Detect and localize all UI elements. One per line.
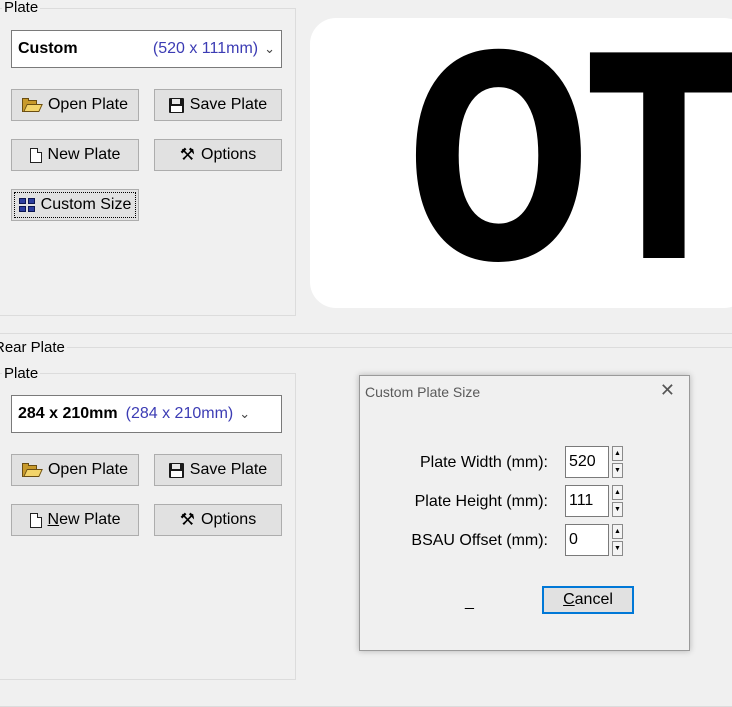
spin-up-icon[interactable]: ▲	[612, 524, 623, 539]
rear-save-plate-button[interactable]: Save Plate	[154, 454, 282, 486]
plate-preview-text: OT	[405, 0, 732, 325]
chevron-down-icon: ⌄	[239, 406, 251, 421]
chevron-down-icon: ⌄	[264, 41, 275, 56]
cancel-button[interactable]: Cancel	[542, 586, 634, 614]
section-divider	[0, 333, 732, 334]
rear-plate-size-name: 284 x 210mm	[18, 405, 118, 422]
front-plate-size-dims: (520 x 111mm)	[152, 40, 259, 57]
front-save-plate-button[interactable]: Save Plate	[154, 89, 282, 121]
plate-height-spinner[interactable]: ▲ ▼	[565, 485, 623, 517]
spin-up-icon[interactable]: ▲	[612, 446, 623, 461]
spin-down-icon[interactable]: ▼	[612, 463, 623, 478]
front-plate-size-select[interactable]: Custom (520 x 111mm) ⌄	[11, 30, 282, 68]
rear-new-plate-button[interactable]: New Plate	[11, 504, 139, 536]
plate-preview: OT	[310, 18, 732, 308]
front-plate-group-label: Plate	[2, 0, 41, 17]
plate-height-label: Plate Height (mm):	[414, 493, 548, 510]
grid-icon	[18, 198, 35, 212]
close-icon[interactable]: ✕	[660, 380, 675, 401]
front-save-plate-label: Save Plate	[189, 96, 268, 113]
front-open-plate-button[interactable]: Open Plate	[11, 89, 139, 121]
rear-save-plate-label: Save Plate	[189, 461, 268, 478]
folder-icon	[21, 98, 43, 112]
custom-size-button[interactable]: Custom Size	[11, 189, 139, 221]
rear-options-label: Options	[201, 511, 257, 528]
bsau-offset-input[interactable]	[565, 524, 609, 556]
bsau-offset-spinner[interactable]: ▲ ▼	[565, 524, 623, 556]
front-new-plate-label: New Plate	[47, 146, 121, 163]
custom-plate-size-dialog: Custom Plate Size ✕ Plate Width (mm): ▲ …	[359, 375, 690, 651]
front-plate-size-name: Custom	[18, 40, 78, 57]
tools-icon: ⚒	[179, 145, 196, 164]
floppy-icon	[168, 462, 184, 478]
bsau-offset-label: BSAU Offset (mm):	[411, 532, 548, 549]
rear-plate-group-label: Rear Plate	[0, 339, 67, 357]
front-options-button[interactable]: ⚒ Options	[154, 139, 282, 171]
document-icon	[29, 512, 42, 528]
rear-new-plate-label: New Plate	[47, 511, 121, 528]
cancel-label: Cancel	[563, 591, 613, 608]
folder-icon	[21, 463, 43, 477]
plate-width-label: Plate Width (mm):	[419, 454, 548, 471]
rear-open-plate-label: Open Plate	[47, 461, 129, 478]
front-open-plate-label: Open Plate	[47, 96, 129, 113]
document-icon	[29, 147, 42, 163]
plate-width-spinner[interactable]: ▲ ▼	[565, 446, 623, 478]
rear-plate-inner-group-label: Plate	[2, 365, 41, 383]
plate-height-input[interactable]	[565, 485, 609, 517]
rear-options-button[interactable]: ⚒ Options	[154, 504, 282, 536]
hidden-ok-button[interactable]: _	[465, 593, 474, 611]
spin-up-icon[interactable]: ▲	[612, 485, 623, 500]
spin-down-icon[interactable]: ▼	[612, 502, 623, 517]
rear-plate-size-select[interactable]: 284 x 210mm (284 x 210mm) ⌄	[11, 395, 282, 433]
rear-open-plate-button[interactable]: Open Plate	[11, 454, 139, 486]
spin-down-icon[interactable]: ▼	[612, 541, 623, 556]
custom-size-label: Custom Size	[40, 196, 132, 213]
dialog-title: Custom Plate Size	[365, 384, 481, 400]
front-new-plate-button[interactable]: New Plate	[11, 139, 139, 171]
rear-plate-size-dims: (284 x 210mm)	[125, 405, 234, 422]
tools-icon: ⚒	[179, 510, 196, 529]
floppy-icon	[168, 97, 184, 113]
plate-width-input[interactable]	[565, 446, 609, 478]
front-options-label: Options	[201, 146, 257, 163]
